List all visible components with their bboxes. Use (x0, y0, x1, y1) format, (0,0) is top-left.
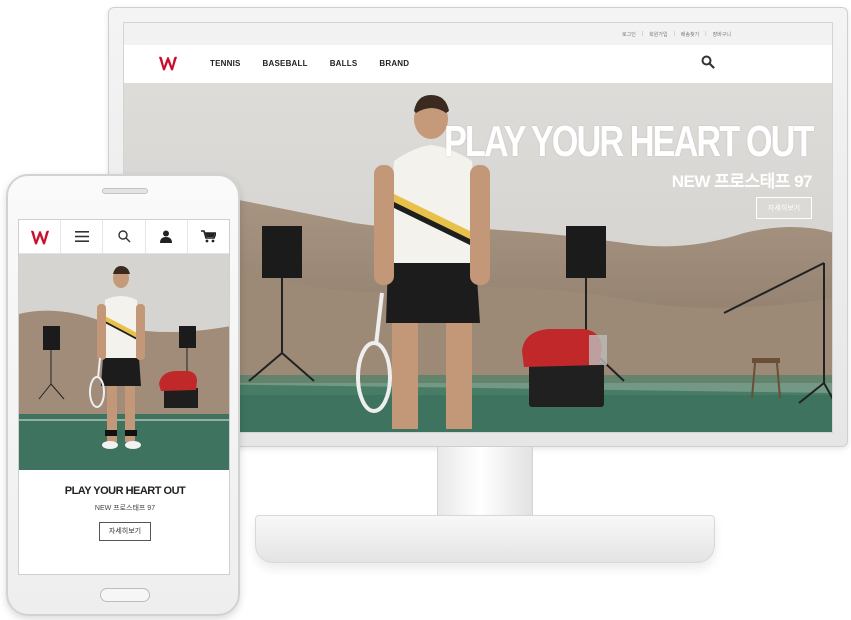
nav-item-balls[interactable]: BALLS (330, 59, 358, 68)
mobile-logo[interactable] (19, 220, 62, 253)
delivery-link[interactable]: 배송찾기 (681, 31, 699, 38)
mobile-search-button[interactable] (103, 220, 146, 253)
cart-icon (200, 230, 216, 243)
login-link[interactable]: 로그인 (622, 31, 636, 38)
monitor-base (255, 515, 715, 563)
mobile-hero-photo (19, 254, 229, 470)
search-button[interactable] (701, 55, 715, 74)
mobile-phone: PLAY YOUR HEART OUT NEW 프로스태프 97 자세히보기 (6, 174, 240, 616)
menu-icon (74, 231, 89, 242)
mobile-details-button[interactable]: 자세히보기 (99, 522, 151, 541)
cart-button[interactable] (188, 220, 229, 253)
mobile-nav (19, 220, 229, 254)
nav-item-baseball[interactable]: BASEBALL (263, 59, 308, 68)
separator: | (641, 31, 644, 37)
mobile-screen: PLAY YOUR HEART OUT NEW 프로스태프 97 자세히보기 (18, 219, 230, 575)
user-icon (160, 230, 173, 243)
search-icon (117, 230, 130, 243)
separator: | (705, 31, 707, 37)
nav-item-tennis[interactable]: TENNIS (210, 59, 241, 68)
mobile-hero-title: PLAY YOUR HEART OUT (64, 485, 186, 497)
account-button[interactable] (146, 220, 188, 253)
cart-link[interactable]: 장바구니 (713, 31, 731, 38)
phone-speaker (102, 188, 148, 194)
utility-bar: 로그인 | 회원가입 | 배송찾기 | 장바구니 (124, 23, 832, 45)
mobile-hero-subtitle: NEW 프로스태프 97 (94, 505, 156, 512)
nav-item-brand[interactable]: BRAND (379, 59, 409, 68)
hero-subtitle: NEW 프로스태프 97 (671, 172, 813, 191)
main-nav: TENNIS BASEBALL BALLS BRAND (124, 45, 832, 83)
hero-details-button[interactable]: 자세히보기 (756, 197, 812, 219)
wilson-w-logo-icon (159, 56, 177, 71)
menu-button[interactable] (61, 220, 104, 253)
nav-menu: TENNIS BASEBALL BALLS BRAND (210, 59, 409, 68)
wilson-logo[interactable] (158, 55, 178, 75)
wilson-w-logo-icon (30, 230, 49, 244)
phone-home-button[interactable] (100, 588, 150, 602)
search-icon (701, 55, 715, 69)
hero-title: PLAY YOUR HEART OUT (443, 117, 813, 166)
mobile-hero-text: PLAY YOUR HEART OUT NEW 프로스태프 97 자세히보기 (19, 470, 229, 574)
monitor-neck (437, 447, 533, 517)
separator: | (673, 31, 675, 37)
hero-photo (19, 254, 229, 470)
signup-link[interactable]: 회원가입 (649, 31, 667, 38)
